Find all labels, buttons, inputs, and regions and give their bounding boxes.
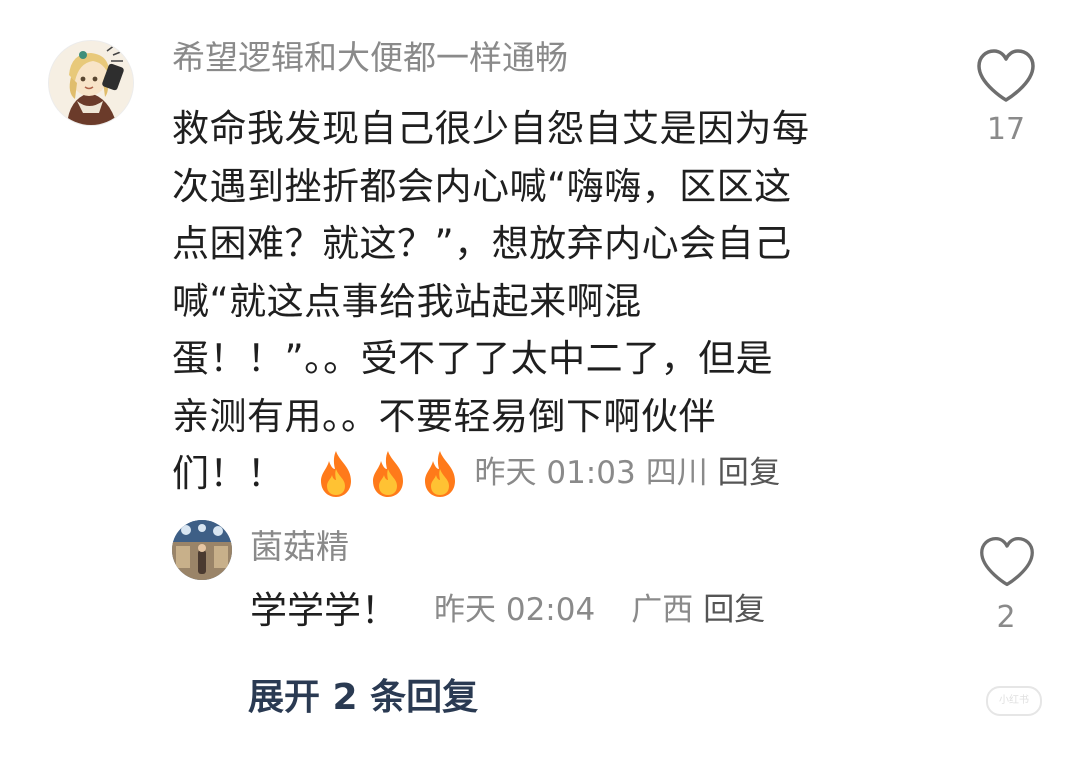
photo-avatar-image [172, 520, 232, 580]
comment-line: 亲测有用。。不要轻易倒下啊伙伴 [172, 394, 716, 438]
reply-text: 学学学！ [250, 589, 398, 632]
watermark-logo-text: 小红书 [999, 695, 1029, 706]
comment-line: 喊“就这点事给我站起来啊混 [172, 279, 642, 323]
avatar[interactable] [48, 40, 134, 126]
reply-button[interactable]: 回复 [718, 445, 781, 503]
reply-location: 广西 [631, 592, 694, 628]
fire-emoji [372, 450, 403, 497]
heart-outline-icon[interactable] [975, 48, 1037, 104]
like-count: 17 [986, 112, 1026, 147]
comment-username[interactable]: 希望逻辑和大便都一样通畅 [172, 36, 568, 80]
fire-emoji [424, 450, 455, 497]
comment-location: 四川 [645, 455, 708, 491]
comment-text: 救命我发现自己很少自怨自艾是因为每 次遇到挫折都会内心喊“嗨嗨，区区这 点困难？… [172, 100, 892, 503]
comment-time: 昨天 01:03 [474, 455, 636, 491]
comment-line: 们！！ [172, 452, 285, 495]
comment-line: 救命我发现自己很少自怨自艾是因为每 [172, 107, 810, 150]
comment-line: 次遇到挫折都会内心喊“嗨嗨，区区这 [172, 164, 792, 208]
like-count: 2 [996, 600, 1016, 635]
fire-emoji [320, 450, 351, 497]
heart-outline-icon[interactable] [978, 535, 1036, 589]
watermark-logo: 小红书 [986, 686, 1042, 716]
anime-avatar-image [49, 41, 133, 125]
reply-time: 昨天 02:04 [434, 592, 596, 628]
expand-replies-button[interactable]: 展开 2 条回复 [248, 668, 478, 720]
comment-line: 蛋！！”。。受不了了太中二了，但是 [172, 337, 774, 380]
reply-username[interactable]: 菌菇精 [250, 525, 349, 569]
comment-thread: 希望逻辑和大便都一样通畅 救命我发现自己很少自怨自艾是因为每 次遇到挫折都会内心… [0, 0, 1080, 764]
comment-last-line: 们！！ 昨天 01:03 四川 回复 [172, 445, 892, 503]
reply-text-row: 学学学！ 昨天 02:04 广西 回复 [250, 582, 765, 639]
reply-button[interactable]: 回复 [703, 582, 765, 639]
avatar[interactable] [172, 520, 232, 580]
comment-line: 点困难？就这？”，想放弃内心会自己 [172, 222, 792, 265]
